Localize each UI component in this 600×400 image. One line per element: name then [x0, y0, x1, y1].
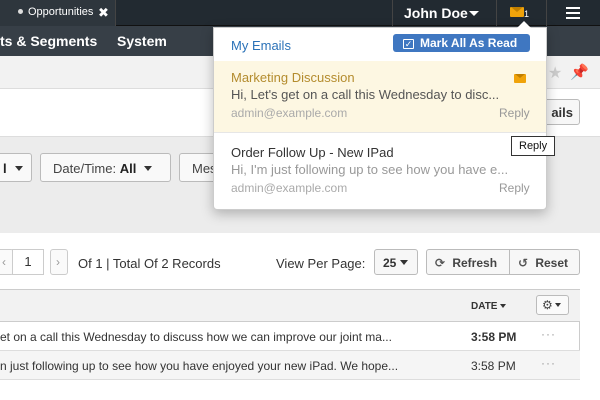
top-bar: Opportunities ✖ John Doe 1 [0, 0, 600, 26]
email-preview: Hi, Let's get on a call this Wednesday t… [231, 87, 500, 102]
date-column-label: DATE [471, 301, 498, 312]
close-icon[interactable]: ✖ [98, 5, 109, 21]
chevron-left-icon: ‹ [2, 255, 6, 269]
more-icon[interactable]: ··· [541, 327, 556, 341]
reset-icon: ↺ [518, 256, 529, 270]
chevron-down-icon [469, 11, 479, 16]
user-name: John Doe [404, 5, 468, 21]
refresh-label: Refresh [452, 256, 498, 270]
envelope-icon [514, 74, 526, 83]
tab-dot-icon [18, 9, 23, 14]
filter-first[interactable]: l [0, 153, 32, 182]
row-time: 3:58 PM [471, 359, 516, 373]
row-preview: n just following up to see how you have … [0, 359, 399, 373]
email-sender: admin@example.com [231, 181, 348, 195]
refresh-icon: ⟳ [435, 256, 446, 270]
table-row[interactable]: n just following up to see how you have … [0, 351, 580, 380]
reply-link[interactable]: Reply [499, 106, 530, 120]
sort-down-icon [500, 304, 507, 308]
reply-link[interactable]: Reply [499, 181, 530, 195]
mark-all-read-button[interactable]: ✓ Mark All As Read [393, 34, 530, 52]
reset-button[interactable]: ↺ Reset [509, 249, 580, 275]
hamburger-icon [566, 7, 580, 9]
date-column-header[interactable]: DATE [471, 301, 507, 312]
tab-opportunities-label: Opportunities [28, 6, 94, 18]
row-preview: et on a call this Wednesday to discuss h… [0, 330, 392, 344]
column-settings-button[interactable]: ⚙ [536, 295, 569, 315]
chevron-down-icon [144, 166, 153, 171]
mail-count-badge: 1 [524, 9, 530, 19]
reset-label: Reset [535, 256, 569, 270]
view-per-page-label: View Per Page: [276, 256, 366, 271]
page-number-input[interactable]: 1 [12, 249, 44, 275]
dropdown-arrow [517, 21, 531, 28]
emails-dropdown: My Emails ✓ Mark All As Read Marketing Di… [213, 21, 547, 210]
filter-datetime-label: Date/Time: [53, 161, 117, 176]
records-summary: Of 1 | Total Of 2 Records [78, 256, 221, 271]
email-item[interactable]: Marketing Discussion Hi, Let's get on a … [214, 61, 546, 133]
gear-icon: ⚙ [542, 298, 553, 312]
nav-item-segments[interactable]: ts & Segments [0, 33, 97, 49]
chevron-right-icon: › [56, 255, 60, 269]
user-menu[interactable]: John Doe [392, 0, 496, 26]
next-page-button[interactable]: › [50, 249, 68, 275]
envelope-icon [510, 7, 524, 17]
chevron-down-icon [400, 260, 409, 265]
email-table: DATE ⚙ et on a call this Wednesday to di… [0, 289, 580, 380]
email-subject: Marketing Discussion [231, 70, 355, 85]
dropdown-title[interactable]: My Emails [231, 38, 291, 53]
reply-tooltip: Reply [511, 136, 555, 156]
menu-button[interactable] [546, 0, 600, 26]
filter-first-label: l [3, 161, 7, 176]
email-subject: Order Follow Up - New IPad [231, 145, 394, 160]
pin-icon[interactable]: 📌 [570, 63, 589, 81]
row-time: 3:58 PM [471, 330, 517, 344]
email-sender: admin@example.com [231, 106, 348, 120]
tab-opportunities[interactable]: Opportunities ✖ [0, 0, 116, 26]
mark-all-read-label: Mark All As Read [420, 36, 518, 50]
checkbox-icon: ✓ [403, 39, 414, 49]
view-per-page-select[interactable]: 25 [374, 249, 418, 275]
divider [214, 132, 546, 133]
view-per-page-value: 25 [383, 256, 397, 270]
hamburger-icon [566, 12, 580, 14]
more-icon[interactable]: ··· [541, 356, 556, 370]
pager-row: ‹ 1 › Of 1 | Total Of 2 Records View Per… [0, 233, 600, 289]
filter-datetime[interactable]: Date/Time: All [40, 153, 171, 182]
email-preview: Hi, I'm just following up to see how you… [231, 162, 509, 177]
email-item[interactable]: Order Follow Up - New IPad Hi, I'm just … [214, 136, 546, 208]
filter-datetime-value: All [119, 161, 137, 176]
star-icon[interactable]: ★ [548, 63, 562, 83]
table-row[interactable]: et on a call this Wednesday to discuss h… [0, 322, 580, 351]
chevron-down-icon [554, 303, 561, 307]
chevron-down-icon [14, 166, 23, 171]
hamburger-icon [566, 17, 580, 19]
table-header: DATE ⚙ [0, 290, 580, 322]
nav-item-system[interactable]: System [117, 33, 167, 49]
refresh-button[interactable]: ⟳ Refresh [426, 249, 510, 275]
